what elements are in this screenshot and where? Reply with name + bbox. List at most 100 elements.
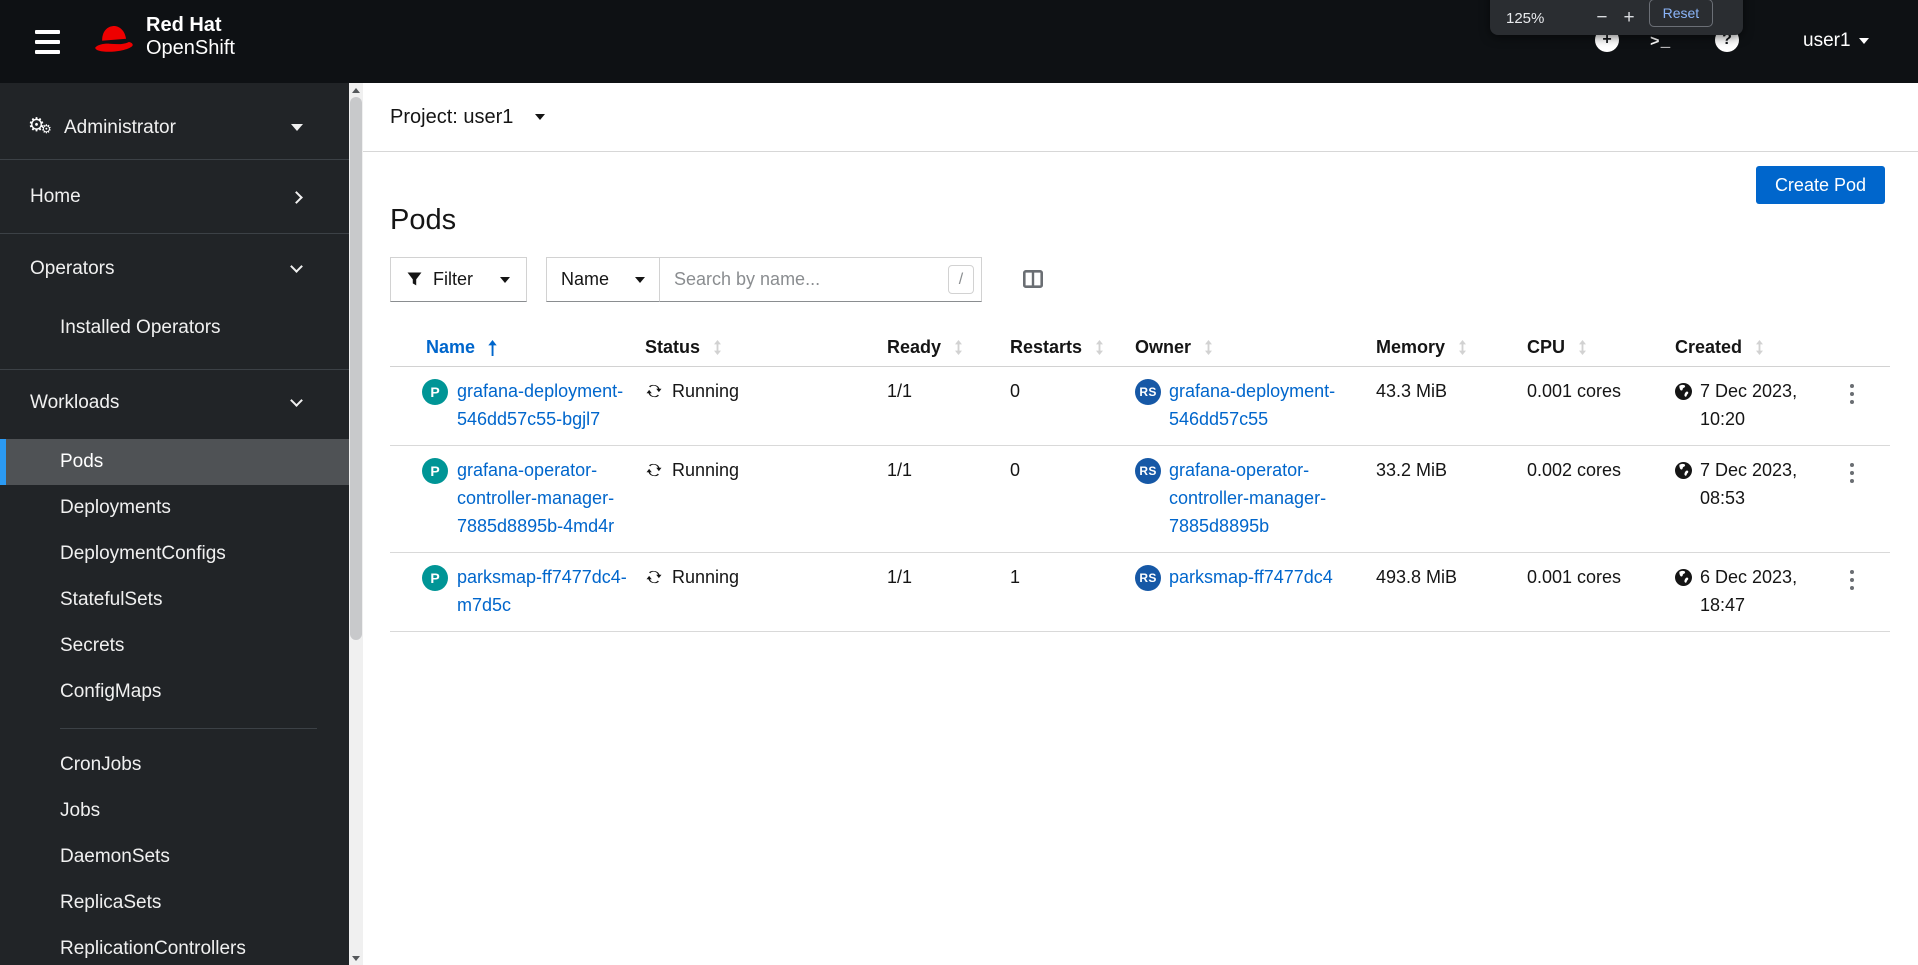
sidebar-item-daemonsets[interactable]: DaemonSets bbox=[0, 834, 349, 880]
column-header-cpu[interactable]: CPU bbox=[1522, 329, 1670, 366]
redhat-hat-icon bbox=[95, 26, 133, 52]
slash-shortcut-hint: / bbox=[948, 265, 974, 294]
table-row: P grafana-deployment- 546dd57c55-bgjl7 R… bbox=[390, 367, 1890, 446]
column-header-owner[interactable]: Owner bbox=[1130, 329, 1371, 366]
sidebar-nav: ⚙ ⚙ Administrator Home Operators Installe… bbox=[0, 83, 349, 965]
column-header-ready[interactable]: Ready bbox=[882, 329, 1005, 366]
sidebar-item-workloads[interactable]: Workloads bbox=[0, 380, 349, 426]
sidebar-item-pods[interactable]: Pods bbox=[0, 439, 349, 485]
sidebar-item-jobs[interactable]: Jobs bbox=[0, 788, 349, 834]
pod-status: Running bbox=[672, 460, 740, 480]
caret-down-icon bbox=[635, 276, 645, 283]
chevron-down-icon bbox=[290, 394, 303, 407]
zoom-in-button[interactable]: + bbox=[1623, 8, 1634, 27]
pod-created: 6 Dec 2023, 18:47 bbox=[1700, 567, 1798, 615]
scrollbar-down-arrow[interactable] bbox=[349, 951, 363, 965]
sidebar-item-operators[interactable]: Operators bbox=[0, 246, 349, 292]
sidebar-item-label: Secrets bbox=[60, 635, 125, 656]
running-sync-icon bbox=[646, 570, 662, 584]
sort-icon bbox=[1459, 340, 1467, 355]
sidebar-item-label: Installed Operators bbox=[60, 317, 221, 338]
pod-ready: 1/1 bbox=[887, 567, 913, 587]
column-header-created[interactable]: Created bbox=[1670, 329, 1830, 366]
pod-restarts: 0 bbox=[1010, 381, 1021, 401]
sidebar-item-deployments[interactable]: Deployments bbox=[0, 485, 349, 531]
pod-created: 7 Dec 2023, 08:53 bbox=[1700, 460, 1798, 508]
pod-name-link[interactable]: grafana-deployment- 546dd57c55-bgjl7 bbox=[457, 377, 623, 433]
pod-memory: 43.3 MiB bbox=[1376, 381, 1448, 401]
openshift-console: Red Hat OpenShift + >_ ? user1 125% − + … bbox=[0, 0, 1918, 965]
pod-badge: P bbox=[422, 458, 448, 484]
sidebar-item-replicasets[interactable]: ReplicaSets bbox=[0, 880, 349, 926]
sort-icon bbox=[1096, 340, 1104, 355]
nav-toggle-hamburger-icon[interactable] bbox=[35, 30, 60, 54]
pod-ready: 1/1 bbox=[887, 381, 913, 401]
owner-link[interactable]: parksmap-ff7477dc4 bbox=[1169, 563, 1333, 619]
sidebar-item-label: ReplicaSets bbox=[60, 892, 162, 913]
sort-icon bbox=[1756, 340, 1764, 355]
owner-link[interactable]: grafana-deployment- 546dd57c55 bbox=[1169, 377, 1335, 433]
create-pod-button[interactable]: Create Pod bbox=[1755, 166, 1885, 204]
column-header-restarts[interactable]: Restarts bbox=[1005, 329, 1130, 366]
scrollbar-thumb[interactable] bbox=[350, 97, 362, 640]
column-header-memory[interactable]: Memory bbox=[1371, 329, 1522, 366]
column-label: Created bbox=[1675, 337, 1743, 357]
sidebar-item-installed-operators[interactable]: Installed Operators bbox=[0, 305, 349, 351]
replicaset-badge: RS bbox=[1135, 458, 1161, 484]
scrollbar-up-arrow[interactable] bbox=[349, 83, 363, 97]
column-label: Ready bbox=[887, 337, 942, 357]
sidebar-item-home[interactable]: Home bbox=[0, 174, 349, 220]
zoom-level: 125% bbox=[1506, 10, 1545, 27]
row-kebab-menu[interactable] bbox=[1842, 458, 1862, 488]
brand-line2: OpenShift bbox=[146, 37, 235, 59]
perspective-switcher[interactable]: ⚙ ⚙ Administrator bbox=[0, 104, 349, 151]
pod-badge: P bbox=[422, 379, 448, 405]
pod-created: 7 Dec 2023, 10:20 bbox=[1700, 381, 1798, 429]
sidebar-item-cronjobs[interactable]: CronJobs bbox=[0, 742, 349, 788]
sidebar-item-configmaps[interactable]: ConfigMaps bbox=[0, 669, 349, 715]
sidebar-item-label: Deployments bbox=[60, 497, 171, 518]
sort-icon bbox=[714, 340, 722, 355]
sidebar-item-label: DaemonSets bbox=[60, 846, 170, 867]
page-title: Pods bbox=[390, 204, 457, 236]
owner-link[interactable]: grafana-operator- controller-manager- 78… bbox=[1169, 456, 1326, 540]
pod-name-link[interactable]: parksmap-ff7477dc4- m7d5c bbox=[457, 563, 627, 619]
column-header-status[interactable]: Status bbox=[640, 329, 882, 366]
browser-zoom-popup: 125% − + Reset bbox=[1490, 0, 1743, 35]
user-menu[interactable]: user1 bbox=[1803, 30, 1869, 52]
username: user1 bbox=[1803, 30, 1851, 51]
search-input[interactable] bbox=[659, 257, 982, 302]
sidebar-item-label: ConfigMaps bbox=[60, 681, 162, 702]
row-kebab-menu[interactable] bbox=[1842, 565, 1862, 595]
project-selector[interactable]: Project: user1 bbox=[390, 106, 546, 129]
table-header-row: Name Status Ready Restarts Owner Memory … bbox=[390, 329, 1890, 367]
pod-name-link[interactable]: grafana-operator- controller-manager- 78… bbox=[457, 456, 614, 540]
sidebar-item-statefulsets[interactable]: StatefulSets bbox=[0, 577, 349, 623]
column-header-name[interactable]: Name bbox=[390, 329, 640, 366]
column-management-button[interactable] bbox=[1022, 269, 1043, 288]
sidebar-item-replicationcontrollers[interactable]: ReplicationControllers bbox=[0, 926, 349, 965]
row-kebab-menu[interactable] bbox=[1842, 379, 1862, 409]
zoom-reset-button[interactable]: Reset bbox=[1648, 0, 1714, 27]
sidebar-item-secrets[interactable]: Secrets bbox=[0, 623, 349, 669]
pod-cpu: 0.001 cores bbox=[1527, 381, 1622, 401]
sidebar-item-deploymentconfigs[interactable]: DeploymentConfigs bbox=[0, 531, 349, 577]
running-sync-icon bbox=[646, 384, 662, 398]
sidebar-item-label: ReplicationControllers bbox=[60, 938, 246, 959]
column-label: Memory bbox=[1376, 337, 1446, 357]
page-header: Pods Create Pod bbox=[363, 152, 1918, 237]
filter-dropdown[interactable]: Filter bbox=[390, 257, 527, 302]
search-attribute-select[interactable]: Name bbox=[546, 257, 659, 302]
sidebar-item-label: Home bbox=[30, 186, 81, 207]
sidebar-item-label: Operators bbox=[30, 258, 115, 279]
pod-restarts: 1 bbox=[1010, 567, 1021, 587]
sort-ascending-icon bbox=[488, 339, 497, 356]
chevron-down-icon bbox=[290, 260, 303, 273]
brand-text: Red Hat OpenShift bbox=[146, 14, 235, 60]
pod-badge: P bbox=[422, 565, 448, 591]
zoom-out-button[interactable]: − bbox=[1596, 8, 1607, 27]
web-terminal-icon[interactable]: >_ bbox=[1650, 33, 1671, 51]
column-label: CPU bbox=[1527, 337, 1566, 357]
redhat-openshift-logo[interactable]: Red Hat OpenShift bbox=[92, 14, 235, 60]
brand-line1: Red Hat bbox=[146, 14, 222, 36]
